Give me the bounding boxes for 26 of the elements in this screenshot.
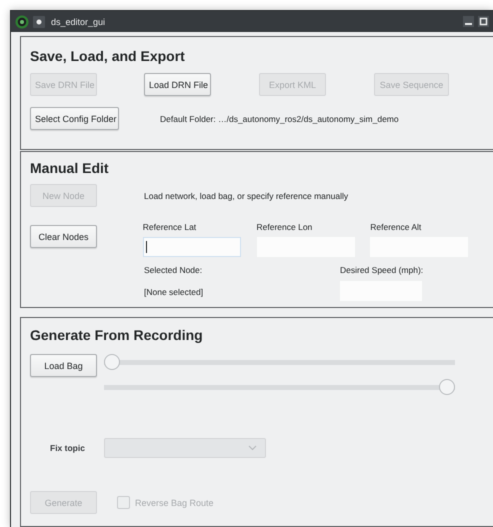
selected-node-value: [None selected] <box>144 286 204 298</box>
maximize-icon[interactable] <box>478 16 489 27</box>
section-title: Save, Load, and Export <box>30 47 186 66</box>
field-label: Reference Lat <box>142 221 198 234</box>
section-title: Generate From Recording <box>30 326 204 345</box>
field-label: Fix topic <box>49 443 86 453</box>
slider-handle[interactable] <box>439 379 455 395</box>
input-field[interactable] <box>142 237 241 257</box>
app-logo-icon <box>15 14 29 28</box>
hint-text: Load network, load bag, or specify reference manually <box>144 190 348 200</box>
checkbox-label: Reverse Bag Route <box>135 498 214 508</box>
button[interactable]: Load DRN File <box>144 73 211 96</box>
button[interactable]: Clear Nodes <box>30 225 97 248</box>
minimize-icon[interactable] <box>463 16 474 27</box>
slider-handle[interactable] <box>104 354 120 370</box>
field-label: Reference Alt <box>370 221 422 234</box>
button[interactable]: Load Bag <box>30 354 97 377</box>
field-label: Reference Lon <box>256 221 314 234</box>
window-menu-icon[interactable] <box>33 16 45 28</box>
folder-path-text: Default Folder: …/ds_autonomy_ros2/ds_autonomy_sim_demo <box>160 114 399 124</box>
field-label: Selected Node: <box>144 264 204 276</box>
chevron-down-icon <box>248 445 257 451</box>
section-title: Manual Edit <box>30 159 110 178</box>
field-label: Desired Speed (mph): <box>340 264 424 276</box>
window-title: ds_editor_gui <box>51 16 106 26</box>
button[interactable]: Select Config Folder <box>30 107 119 130</box>
